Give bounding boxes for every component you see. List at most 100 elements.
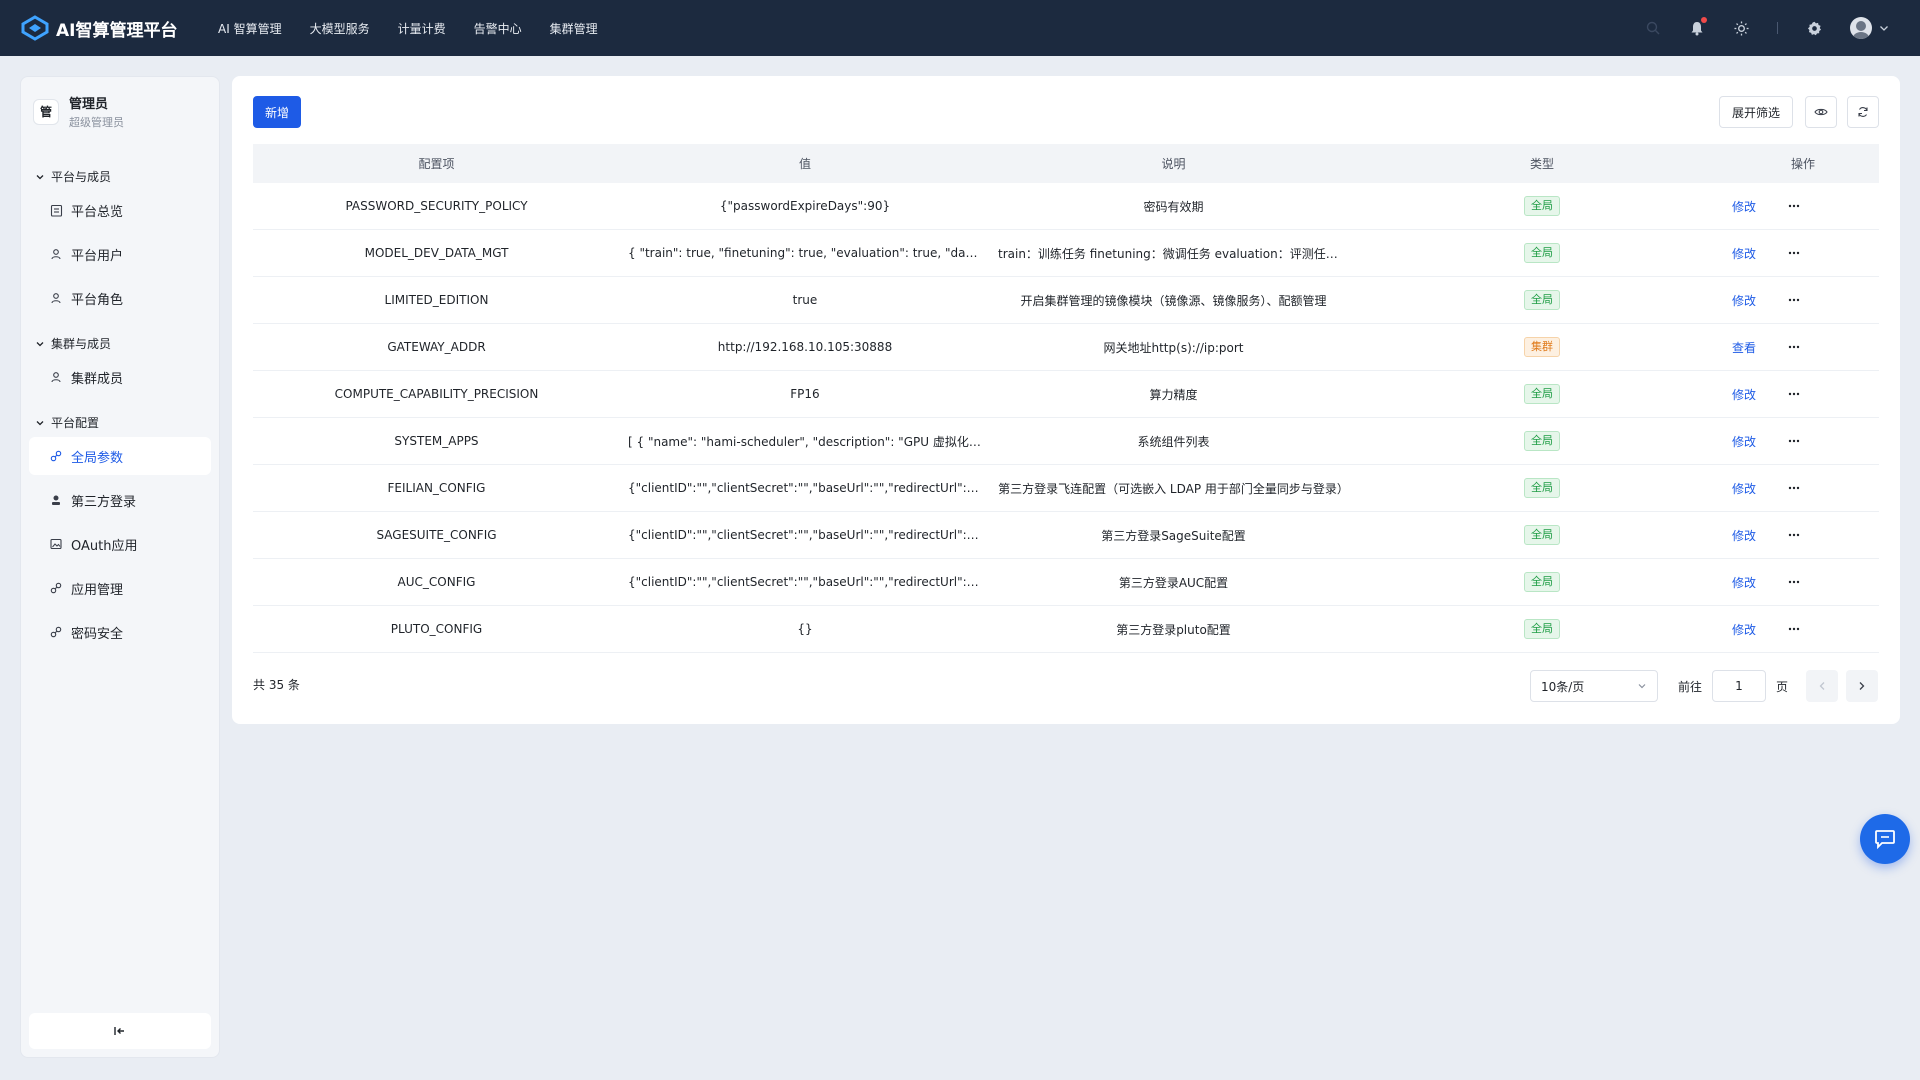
add-button[interactable]: 新增 — [253, 96, 302, 128]
gear-icon[interactable] — [1806, 20, 1822, 36]
clipboard-icon — [49, 203, 63, 217]
table-row: SAGESUITE_CONFIG {"clientID":"","clientSe… — [253, 512, 1879, 559]
table-row: AUC_CONFIG {"clientID":"","clientSecret":… — [253, 559, 1879, 606]
group-platform-members[interactable]: 平台与成员 — [35, 168, 219, 185]
table-row: GATEWAY_ADDR http://192.168.10.105:30888 网… — [253, 324, 1879, 371]
cell-config-key: FEILIAN_CONFIG — [387, 481, 486, 495]
type-tag: 全局 — [1524, 478, 1560, 498]
user-role: 超级管理员 — [69, 116, 124, 129]
more-icon[interactable] — [1786, 433, 1802, 449]
row-action-link[interactable]: 修改 — [1732, 433, 1756, 450]
row-action-link[interactable]: 修改 — [1732, 621, 1756, 638]
page-size-select[interactable]: 10条/页 — [1529, 670, 1658, 702]
cell-type: 全局 — [1357, 196, 1727, 216]
more-icon[interactable] — [1786, 527, 1802, 543]
cell-config-value: [ { "name": "hami-scheduler", "descripti… — [628, 434, 990, 449]
group-title-label: 平台配置 — [51, 416, 100, 430]
more-icon[interactable] — [1786, 339, 1802, 355]
type-tag: 全局 — [1524, 384, 1560, 404]
cell-config-value: {"clientID":"","clientSecret":"","baseUr… — [628, 575, 986, 589]
bell-icon[interactable] — [1689, 17, 1707, 36]
cell-config-key: SAGESUITE_CONFIG — [376, 528, 497, 542]
cell-actions: 修改 — [1727, 386, 1879, 403]
row-action-link[interactable]: 修改 — [1732, 574, 1756, 591]
brand[interactable]: AI智算管理平台 — [20, 14, 200, 42]
column-visibility-button[interactable] — [1805, 96, 1837, 128]
sidebar-item-third-party-login[interactable]: 第三方登录 — [29, 481, 211, 519]
sidebar-item-platform-users[interactable]: 平台用户 — [29, 235, 211, 273]
cell-config-key: SYSTEM_APPS — [394, 434, 479, 448]
nav-cluster-management[interactable]: 集群管理 — [550, 20, 598, 37]
avatar[interactable] — [1850, 17, 1872, 39]
sidebar-item-label: 平台角色 — [71, 292, 124, 308]
more-icon[interactable] — [1786, 292, 1802, 308]
cell-config-value: http://192.168.10.105:30888 — [717, 340, 893, 354]
nav-billing[interactable]: 计量计费 — [398, 20, 446, 37]
chevron-down-icon — [36, 420, 44, 425]
more-icon[interactable] — [1786, 245, 1802, 261]
cell-type: 全局 — [1357, 290, 1727, 310]
cell-config-key: LIMITED_EDITION — [384, 293, 489, 307]
row-action-link[interactable]: 修改 — [1732, 198, 1756, 215]
row-action-link[interactable]: 修改 — [1732, 292, 1756, 309]
more-icon[interactable] — [1786, 386, 1802, 402]
more-icon[interactable] — [1786, 574, 1802, 590]
row-action-link[interactable]: 修改 — [1732, 527, 1756, 544]
type-tag: 全局 — [1524, 431, 1560, 451]
link-icon — [49, 449, 63, 463]
type-tag: 全局 — [1524, 243, 1560, 263]
table-row: COMPUTE_CAPABILITY_PRECISION FP16 算力精度 全局 修改 — [253, 371, 1879, 418]
cell-config-value: {"clientID":"","clientSecret":"","baseUr… — [628, 481, 990, 495]
contact-icon — [49, 493, 63, 507]
type-tag: 全局 — [1524, 525, 1560, 545]
row-action-link[interactable]: 修改 — [1732, 245, 1756, 262]
chat-button[interactable] — [1860, 814, 1910, 864]
user-icon — [49, 247, 63, 261]
sun-icon[interactable] — [1733, 20, 1749, 36]
cell-config-key: PLUTO_CONFIG — [390, 622, 483, 636]
goto-page-input[interactable] — [1711, 670, 1766, 702]
next-page-button[interactable] — [1846, 670, 1878, 702]
sidebar-item-platform-roles[interactable]: 平台角色 — [29, 279, 211, 317]
sidebar-item-cluster-members[interactable]: 集群成员 — [29, 358, 211, 396]
table-row: FEILIAN_CONFIG {"clientID":"","clientSecr… — [253, 465, 1879, 512]
more-icon[interactable] — [1786, 621, 1802, 637]
nav-ai-compute[interactable]: AI 智算管理 — [218, 20, 282, 37]
cell-config-key: COMPUTE_CAPABILITY_PRECISION — [334, 387, 539, 401]
group-title-label: 平台与成员 — [51, 170, 112, 184]
group-platform-config[interactable]: 平台配置 — [35, 414, 219, 431]
collapse-sidebar-button[interactable] — [29, 1013, 211, 1049]
column-header: 配置项 — [418, 157, 455, 171]
column-header: 说明 — [1161, 157, 1186, 171]
chevron-down-icon[interactable] — [1878, 22, 1890, 34]
more-icon[interactable] — [1786, 480, 1802, 496]
config-table: 配置项 值 说明 类型 操作 PASSWORD_SECURITY_POLICY {… — [253, 144, 1879, 653]
group-cluster-members[interactable]: 集群与成员 — [35, 335, 219, 352]
nav-llm-service[interactable]: 大模型服务 — [310, 20, 370, 37]
search-icon[interactable] — [1645, 20, 1661, 36]
column-header: 类型 — [1529, 157, 1554, 171]
prev-page-button[interactable] — [1806, 670, 1838, 702]
user-card: 管 管理员 超级管理员 — [21, 77, 219, 130]
refresh-button[interactable] — [1847, 96, 1879, 128]
expand-filter-button[interactable]: 展开筛选 — [1718, 96, 1793, 128]
sidebar-item-platform-overview[interactable]: 平台总览 — [29, 191, 211, 229]
eye-icon — [1814, 108, 1828, 116]
row-action-link[interactable]: 查看 — [1732, 339, 1756, 356]
more-icon[interactable] — [1786, 198, 1802, 214]
cell-actions: 修改 — [1727, 198, 1879, 215]
sidebar-item-global-params[interactable]: 全局参数 — [29, 437, 211, 475]
row-action-link[interactable]: 修改 — [1732, 480, 1756, 497]
nav-alert-center[interactable]: 告警中心 — [474, 20, 522, 37]
chat-icon — [1875, 830, 1895, 849]
row-action-link[interactable]: 修改 — [1732, 386, 1756, 403]
cell-description: 密码有效期 — [1143, 199, 1204, 214]
column-header: 操作 — [1790, 157, 1815, 171]
sidebar-item-oauth-apps[interactable]: OAuth应用 — [29, 525, 211, 563]
cell-config-key: MODEL_DEV_DATA_MGT — [364, 246, 509, 260]
sidebar-item-password-security[interactable]: 密码安全 — [29, 613, 211, 651]
chevron-right-icon — [1859, 682, 1865, 690]
cell-config-value: {"clientID":"","clientSecret":"","baseUr… — [628, 528, 986, 542]
column-header: 值 — [798, 157, 811, 171]
sidebar-item-app-management[interactable]: 应用管理 — [29, 569, 211, 607]
